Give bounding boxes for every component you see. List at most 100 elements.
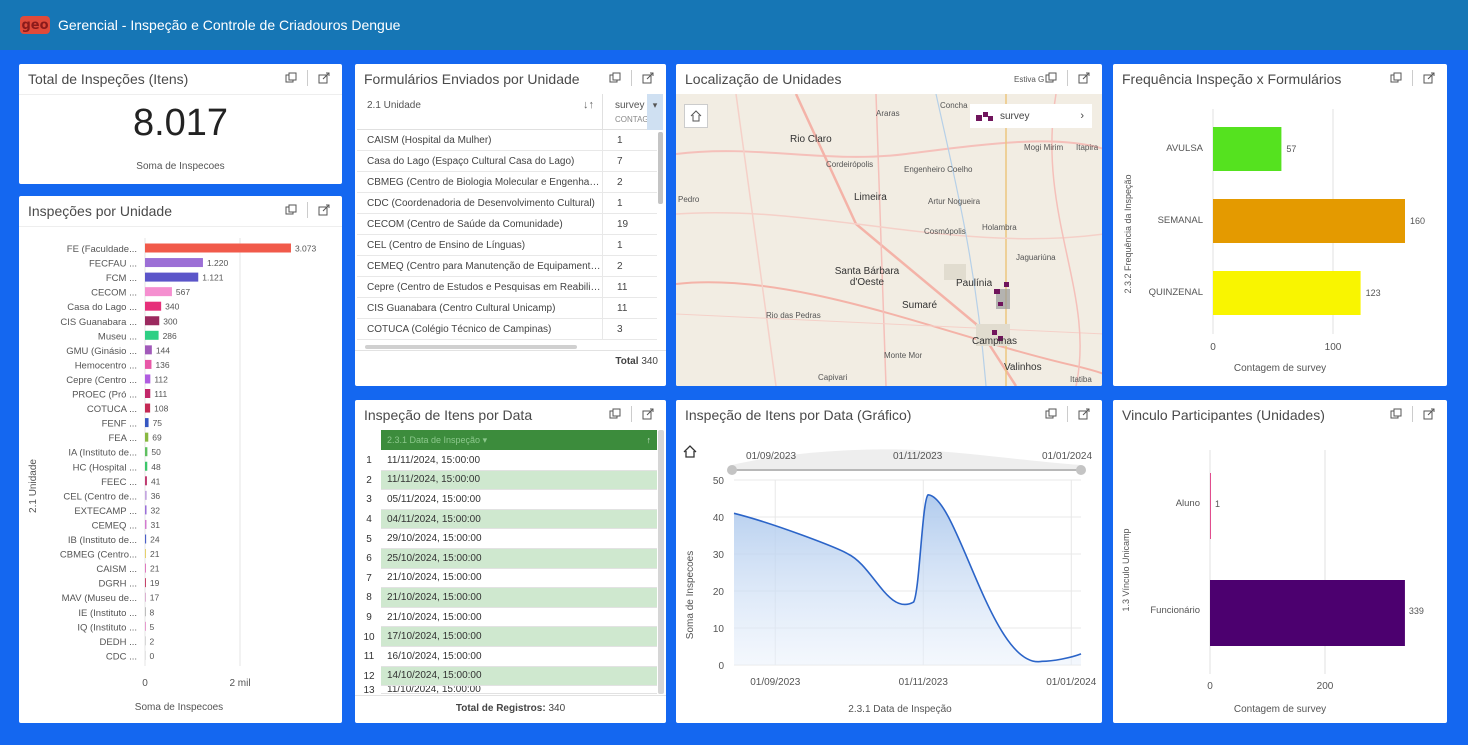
list-item[interactable]: 13 11/10/2024, 15:00:00	[357, 686, 657, 695]
bar[interactable]	[145, 301, 162, 311]
chevron-right-icon[interactable]: ›	[1080, 110, 1084, 122]
home-button[interactable]	[684, 104, 708, 128]
copy-icon[interactable]	[605, 69, 625, 87]
copy-icon[interactable]	[1041, 405, 1061, 423]
bar-value-label: 112	[154, 374, 168, 384]
list-item[interactable]: 4 04/11/2024, 15:00:00	[357, 509, 657, 530]
sort-up-icon[interactable]: ↑	[647, 430, 652, 450]
bar[interactable]	[1210, 580, 1405, 646]
expand-icon[interactable]	[314, 201, 334, 219]
bar[interactable]	[145, 650, 146, 660]
table-row[interactable]: CIS Guanabara (Centro Cultural Unicamp) 1…	[357, 298, 657, 319]
bar[interactable]	[145, 374, 151, 384]
copy-icon[interactable]	[1041, 69, 1061, 87]
bar[interactable]	[145, 534, 147, 544]
list-item[interactable]: 8 21/10/2024, 15:00:00	[357, 588, 657, 608]
x-tick: 200	[1317, 681, 1334, 692]
bar[interactable]	[145, 243, 291, 253]
bar[interactable]	[145, 447, 148, 457]
table-row[interactable]: CEMEQ (Centro para Manutenção de Equipam…	[357, 256, 657, 277]
bar[interactable]	[145, 549, 146, 559]
sort-icon[interactable]: ↓↑	[583, 99, 594, 111]
copy-icon[interactable]	[1386, 69, 1406, 87]
bar[interactable]	[1213, 271, 1361, 315]
list-item[interactable]: 7 21/10/2024, 15:00:00	[357, 568, 657, 589]
table-scrollbar[interactable]	[658, 132, 663, 204]
expand-icon[interactable]	[1074, 405, 1094, 423]
table-row[interactable]: CAISM (Hospital da Mulher) 1	[357, 130, 657, 151]
table-row[interactable]: COTUCA (Colégio Técnico de Campinas) 3	[357, 319, 657, 340]
bar[interactable]	[145, 490, 147, 500]
bar[interactable]	[145, 636, 146, 646]
list-scrollbar[interactable]	[658, 430, 664, 694]
bar[interactable]	[145, 330, 159, 340]
table-row[interactable]: Cepre (Centro de Estudos e Pesquisas em …	[357, 277, 657, 298]
bar[interactable]	[145, 592, 146, 602]
list-item[interactable]: 3 05/11/2024, 15:00:00	[357, 490, 657, 510]
list-item[interactable]: 10 17/10/2024, 15:00:00	[357, 627, 657, 647]
list-item[interactable]: 1 11/11/2024, 15:00:00	[357, 451, 657, 471]
bar[interactable]	[145, 461, 148, 471]
category-label: FEEC ...	[101, 477, 137, 488]
list-item[interactable]: 12 14/10/2024, 15:00:00	[357, 666, 657, 687]
bar[interactable]	[145, 476, 147, 486]
expand-icon[interactable]	[638, 405, 658, 423]
copy-icon[interactable]	[281, 201, 301, 219]
map-place-label: Cosmópolis	[924, 227, 966, 236]
table-row[interactable]: CBMEG (Centro de Biologia Molecular e En…	[357, 172, 657, 193]
column-dropdown[interactable]: ▾	[647, 94, 663, 130]
bar[interactable]	[145, 287, 172, 297]
bar[interactable]	[1213, 127, 1282, 171]
column-header-unidade[interactable]: 2.1 Unidade	[367, 100, 421, 111]
expand-icon[interactable]	[1419, 69, 1439, 87]
bar[interactable]	[145, 389, 151, 398]
map-place-label: Capivari	[818, 373, 848, 382]
table-row[interactable]: CDC (Coordenadoria de Desenvolvimento Cu…	[357, 193, 657, 214]
bar[interactable]	[145, 621, 146, 631]
table-row[interactable]: CEL (Centro de Ensino de Línguas) 1	[357, 235, 657, 256]
bar[interactable]	[145, 418, 149, 428]
bar[interactable]	[145, 607, 146, 617]
copy-icon[interactable]	[605, 405, 625, 423]
horizontal-scrollbar[interactable]	[365, 345, 577, 349]
expand-icon[interactable]	[1419, 405, 1439, 423]
x-axis-label: Contagem de survey	[1234, 363, 1326, 374]
bar[interactable]	[145, 519, 147, 529]
map-legend[interactable]: survey ›	[970, 104, 1092, 128]
copy-icon[interactable]	[1386, 405, 1406, 423]
expand-icon[interactable]	[314, 69, 334, 87]
column-header-survey[interactable]: survey	[615, 100, 644, 111]
itens-data-panel: Inspeção de Itens por Data 2.3.1 Data de…	[355, 400, 666, 723]
bar[interactable]	[145, 563, 146, 573]
range-slider-handle-left[interactable]	[727, 465, 737, 475]
list-item[interactable]: 2 11/11/2024, 15:00:00	[357, 470, 657, 491]
category-label: EXTECAMP ...	[74, 506, 137, 517]
table-row[interactable]: CECOM (Centro de Saúde da Comunidade) 19	[357, 214, 657, 235]
bar[interactable]	[145, 316, 160, 326]
expand-icon[interactable]	[638, 69, 658, 87]
list-item[interactable]: 9 21/10/2024, 15:00:00	[357, 607, 657, 628]
bar[interactable]	[145, 403, 151, 413]
bar[interactable]	[145, 505, 147, 515]
bar[interactable]	[145, 359, 152, 369]
date-column-header[interactable]: 2.3.1 Data de Inspeção ▾ ↑	[381, 430, 657, 450]
y-tick: 40	[713, 513, 725, 524]
bar[interactable]	[145, 272, 199, 282]
range-slider-handle-right[interactable]	[1076, 465, 1086, 475]
bar[interactable]	[145, 258, 203, 268]
bar[interactable]	[145, 578, 146, 588]
table-row[interactable]: Casa do Lago (Espaço Cultural Casa do La…	[357, 151, 657, 172]
copy-icon[interactable]	[281, 69, 301, 87]
list-item[interactable]: 6 25/10/2024, 15:00:00	[357, 549, 657, 569]
expand-icon[interactable]	[1074, 69, 1094, 87]
bar[interactable]	[145, 345, 152, 355]
map-place-label: Limeira	[854, 192, 887, 203]
bar[interactable]	[1210, 473, 1211, 539]
home-icon[interactable]	[683, 445, 697, 458]
bar[interactable]	[145, 432, 149, 442]
list-item[interactable]: 5 29/10/2024, 15:00:00	[357, 529, 657, 549]
map-canvas[interactable]	[676, 94, 1102, 386]
panel-title: Frequência Inspeção x Formulários	[1122, 71, 1342, 87]
list-item[interactable]: 11 16/10/2024, 15:00:00	[357, 647, 657, 667]
bar[interactable]	[1213, 199, 1405, 243]
